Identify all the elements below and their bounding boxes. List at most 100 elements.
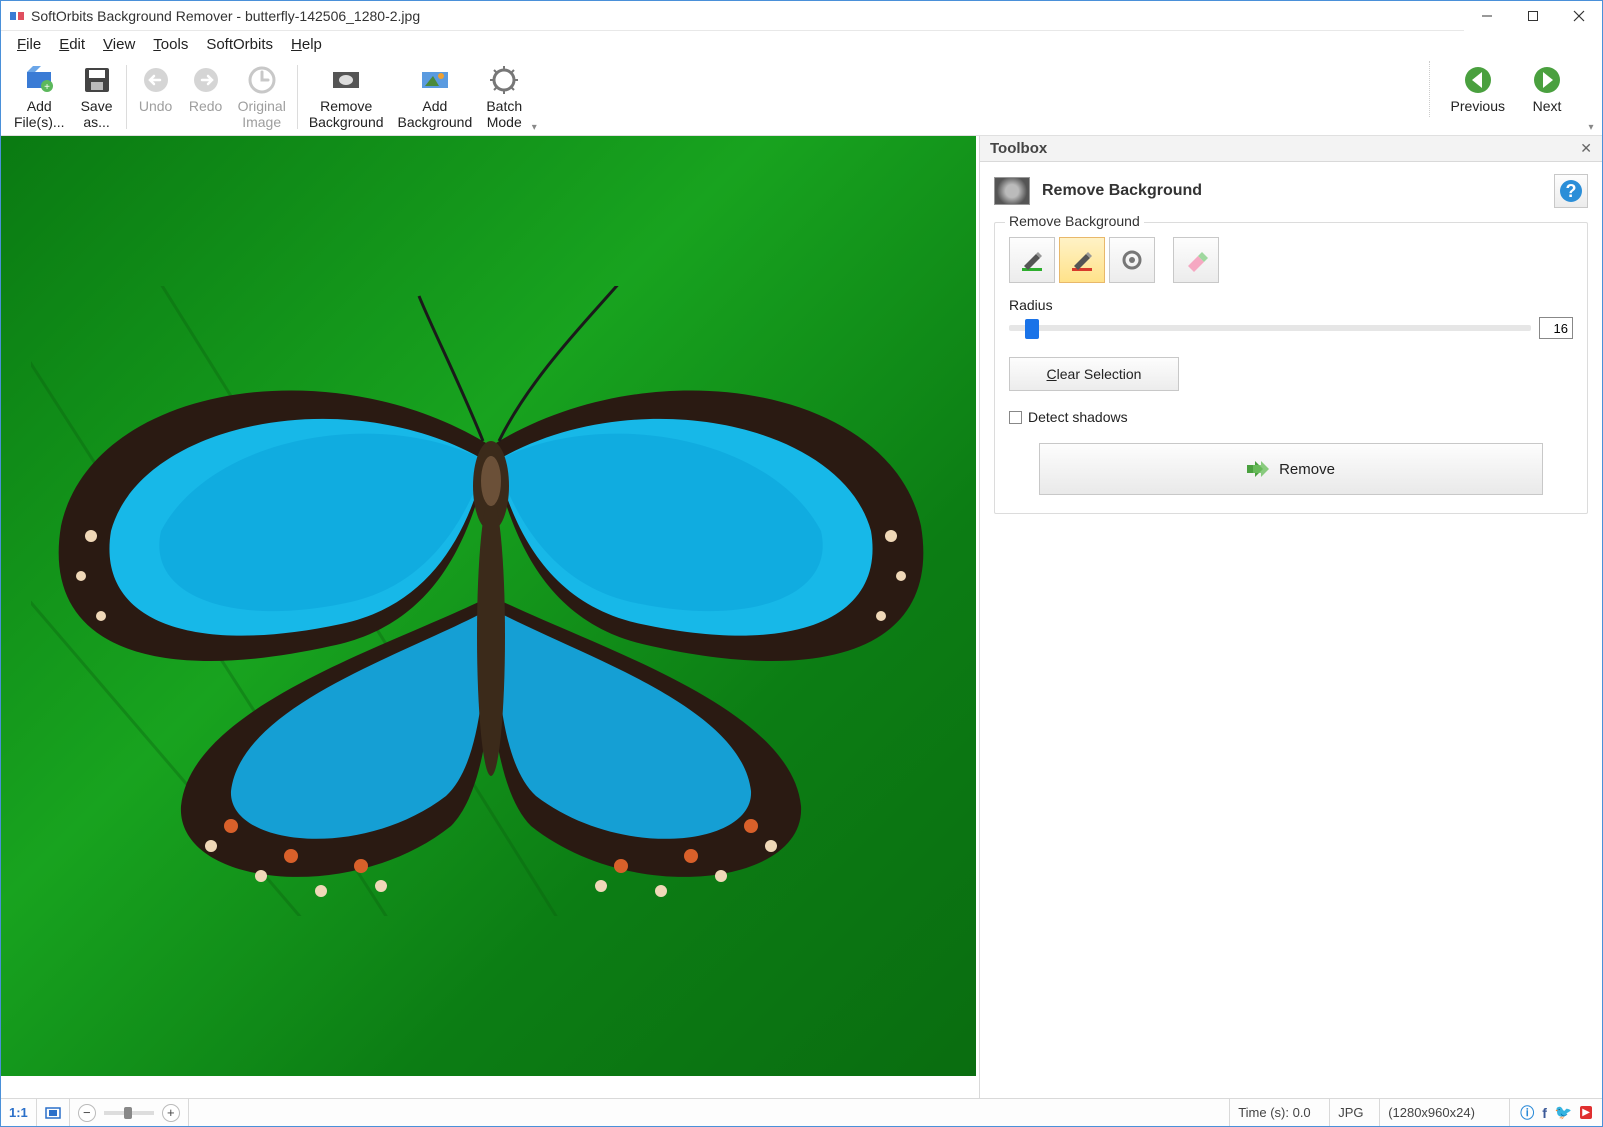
radius-input[interactable] (1539, 317, 1573, 339)
background-marker-button[interactable] (1059, 237, 1105, 283)
next-label: Next (1533, 98, 1562, 114)
toolbox-panel: Toolbox ✕ Remove Background ? Remove Bac… (979, 136, 1602, 1098)
zoom-in-button[interactable]: + (162, 1104, 180, 1122)
menu-help[interactable]: Help (283, 34, 330, 55)
dimensions-label: (1280x960x24) (1380, 1099, 1510, 1126)
undo-label: Undo (139, 98, 172, 114)
remove-bg-label: Remove Background (309, 98, 384, 130)
remove-background-button[interactable]: Remove Background (302, 61, 391, 133)
remove-arrow-icon (1247, 461, 1269, 477)
zoom-slider-cell: − + (70, 1099, 189, 1126)
batch-mode-icon (488, 64, 520, 96)
maximize-button[interactable] (1510, 1, 1556, 31)
svg-text:+: + (44, 82, 50, 93)
add-files-label: Add File(s)... (14, 98, 65, 130)
fit-icon (45, 1107, 61, 1119)
nav-toolbar: Previous Next (1429, 61, 1586, 117)
redo-label: Redo (189, 98, 222, 114)
original-image-button[interactable]: Original Image (231, 61, 293, 133)
remove-button-label: Remove (1279, 461, 1335, 478)
detect-shadows-label: Detect shadows (1028, 409, 1128, 425)
add-bg-label: Add Background (398, 98, 473, 130)
fit-button[interactable] (37, 1099, 70, 1126)
remove-button[interactable]: Remove (1039, 443, 1543, 495)
time-label: Time (s): 0.0 (1230, 1099, 1330, 1126)
main-toolbar: + Add File(s)... Save as... Undo Redo Or… (1, 57, 1602, 136)
toolbox-thumb-icon (994, 177, 1030, 205)
previous-label: Previous (1451, 98, 1505, 114)
previous-button[interactable]: Previous (1444, 61, 1512, 117)
app-icon (9, 8, 25, 24)
batch-mode-label: Batch Mode (486, 98, 522, 130)
redo-icon (190, 64, 222, 96)
zoom-slider-thumb[interactable] (124, 1107, 132, 1119)
redo-button[interactable]: Redo (181, 61, 231, 117)
close-button[interactable] (1556, 1, 1602, 31)
help-icon: ? (1559, 179, 1583, 203)
toolbox-title: Remove Background (1042, 182, 1202, 200)
next-button[interactable]: Next (1522, 61, 1572, 117)
undo-icon (140, 64, 172, 96)
slider-thumb[interactable] (1025, 319, 1039, 339)
toolbox-header: Toolbox ✕ (980, 136, 1602, 162)
save-as-label: Save as... (81, 98, 113, 130)
toolbox-panel-title: Toolbox (990, 140, 1047, 157)
main-area: Toolbox ✕ Remove Background ? Remove Bac… (1, 136, 1602, 1098)
add-background-button[interactable]: Add Background (391, 61, 480, 133)
pencil-red-icon (1068, 246, 1096, 274)
foreground-marker-button[interactable] (1009, 237, 1055, 283)
minimize-button[interactable] (1464, 1, 1510, 31)
app-window: SoftOrbits Background Remover - butterfl… (0, 0, 1603, 1127)
info-icon[interactable]: ⓘ (1520, 1103, 1534, 1123)
eraser-icon (1182, 246, 1210, 274)
batch-mode-button[interactable]: Batch Mode (479, 61, 529, 133)
remove-bg-group: Remove Background (994, 222, 1588, 514)
menu-edit[interactable]: Edit (51, 34, 93, 55)
svg-text:?: ? (1566, 181, 1577, 201)
status-bar: 1:1 − + Time (s): 0.0 JPG (1280x960x24) … (1, 1098, 1602, 1126)
eraser-gear-icon (1118, 246, 1146, 274)
remove-bg-icon (330, 64, 362, 96)
toolbar-separator (297, 65, 298, 129)
menu-tools[interactable]: Tools (145, 34, 196, 55)
facebook-icon[interactable]: f (1542, 1105, 1547, 1121)
clear-selection-button[interactable]: Clear Selection (1009, 357, 1179, 391)
undo-button[interactable]: Undo (131, 61, 181, 117)
toolbox-title-row: Remove Background ? (994, 174, 1588, 208)
image-surface[interactable] (1, 136, 976, 1076)
menu-file[interactable]: File (9, 34, 49, 55)
title-bar: SoftOrbits Background Remover - butterfl… (1, 1, 1602, 31)
radius-slider[interactable] (1009, 325, 1531, 331)
social-links: ⓘ f 🐦 ▶ (1510, 1099, 1602, 1126)
original-image-icon (246, 64, 278, 96)
menu-softorbits[interactable]: SoftOrbits (198, 34, 281, 55)
twitter-icon[interactable]: 🐦 (1555, 1104, 1572, 1121)
menu-bar: File Edit View Tools SoftOrbits Help (1, 31, 1602, 57)
zoom-out-button[interactable]: − (78, 1104, 96, 1122)
save-as-button[interactable]: Save as... (72, 61, 122, 133)
zoom-ratio-label[interactable]: 1:1 (1, 1099, 37, 1126)
toolbar-overflow[interactable]: ▾ (529, 61, 539, 133)
youtube-icon[interactable]: ▶ (1580, 1106, 1592, 1119)
nav-overflow[interactable]: ▾ (1586, 61, 1596, 133)
menu-view[interactable]: View (95, 34, 143, 55)
eraser-marker-button[interactable] (1109, 237, 1155, 283)
window-title: SoftOrbits Background Remover - butterfl… (31, 8, 420, 24)
butterfly-image (31, 286, 951, 916)
clear-selection-label: Clear Selection (1047, 366, 1142, 382)
toolbar-separator (126, 65, 127, 129)
add-files-icon: + (23, 64, 55, 96)
zoom-slider[interactable] (104, 1111, 154, 1115)
eraser-tool-button[interactable] (1173, 237, 1219, 283)
add-files-button[interactable]: + Add File(s)... (7, 61, 72, 133)
radius-label: Radius (1009, 297, 1573, 313)
add-bg-icon (419, 64, 451, 96)
canvas-area[interactable] (1, 136, 979, 1098)
help-button[interactable]: ? (1554, 174, 1588, 208)
next-icon (1531, 64, 1563, 96)
radius-slider-row (1009, 317, 1573, 339)
detect-shadows-row[interactable]: Detect shadows (1009, 409, 1573, 425)
format-label: JPG (1330, 1099, 1380, 1126)
detect-shadows-checkbox[interactable] (1009, 411, 1022, 424)
toolbox-close-button[interactable]: ✕ (1576, 140, 1596, 157)
